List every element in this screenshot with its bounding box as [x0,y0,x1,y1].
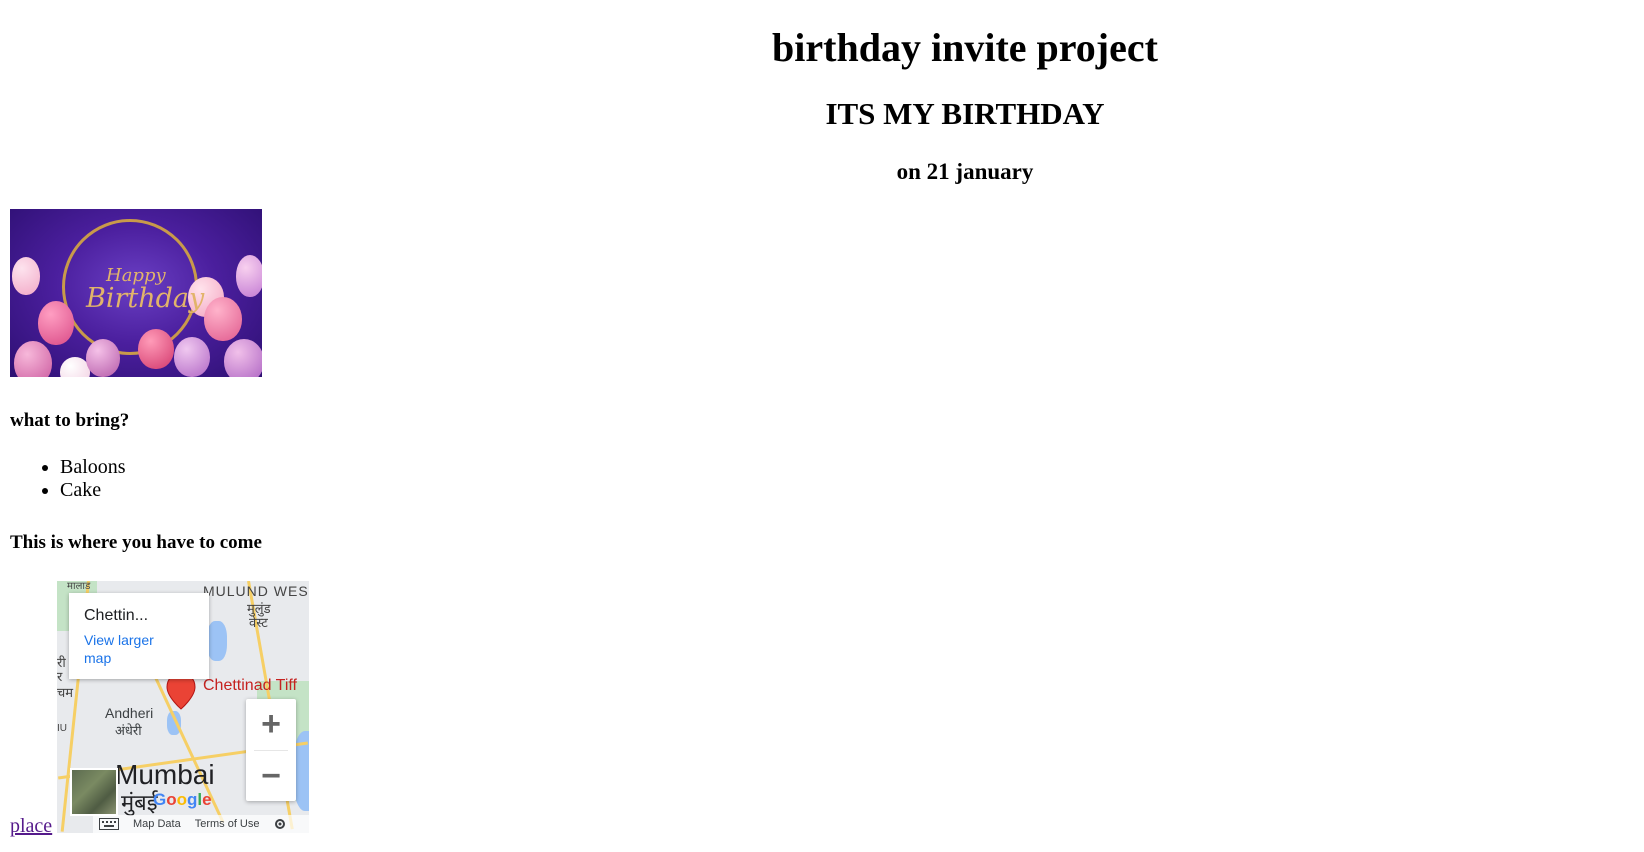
balloon [236,255,262,297]
gear-icon[interactable] [274,818,286,830]
birthday-banner-image: Happy Birthday [10,209,262,377]
google-logo-letter: o [176,790,188,809]
map-footer: Map Data Terms of Use [93,815,309,833]
map-label-andheri: Andheri [105,705,154,721]
list-item: Cake [60,479,126,502]
balloon [86,339,120,377]
zoom-control: + − [246,699,296,801]
map-label-mulund-local: वेस्ट [249,615,268,630]
banner-text-birthday: Birthday [86,283,205,314]
map-label-left: चम [57,685,74,700]
map-label-place: Chettinad Tiff [203,677,297,694]
zoom-in-button[interactable]: + [246,699,296,749]
map-label-left: IU [57,723,67,734]
page-title: birthday invite project [772,25,1158,70]
balloon [174,337,210,377]
map-info-title: Chettin... [84,607,149,624]
balloon [38,301,74,345]
location-heading: This is where you have to come [10,532,262,553]
google-logo-letter: o [166,790,177,809]
keyboard-icon[interactable] [99,818,119,830]
google-logo: Google [153,790,212,810]
map-data-label[interactable]: Map Data [133,818,181,830]
event-date: on 21 january [896,159,1034,184]
balloon [12,257,40,295]
page-subtitle: ITS MY BIRTHDAY [825,96,1105,131]
zoom-out-button[interactable]: − [246,751,296,801]
bring-heading: what to bring? [10,410,130,431]
google-logo-letter: G [153,790,167,809]
balloon [204,297,242,341]
terms-of-use-link[interactable]: Terms of Use [195,818,260,830]
map-label-topleft: मालाड [67,581,91,592]
google-logo-letter: g [187,790,198,809]
embedded-map[interactable]: मालाड MULUND WES मुलुंड वेस्ट री र चम IU… [57,581,309,833]
balloon [14,341,52,377]
balloon [224,339,262,377]
google-logo-letter: e [202,790,212,809]
view-larger-map-link[interactable]: View larger map [84,631,174,667]
map-label-andheri-local: अंधेरी [115,723,142,738]
satellite-toggle-thumbnail[interactable] [70,768,118,816]
map-lake [207,621,227,661]
map-label-mulund: MULUND WES [203,583,309,599]
place-link[interactable]: place [10,815,52,837]
balloon [138,329,174,369]
bring-list: Baloons Cake [10,456,126,502]
map-info-window: Chettin... View larger map [69,593,209,679]
list-item: Baloons [60,456,126,479]
